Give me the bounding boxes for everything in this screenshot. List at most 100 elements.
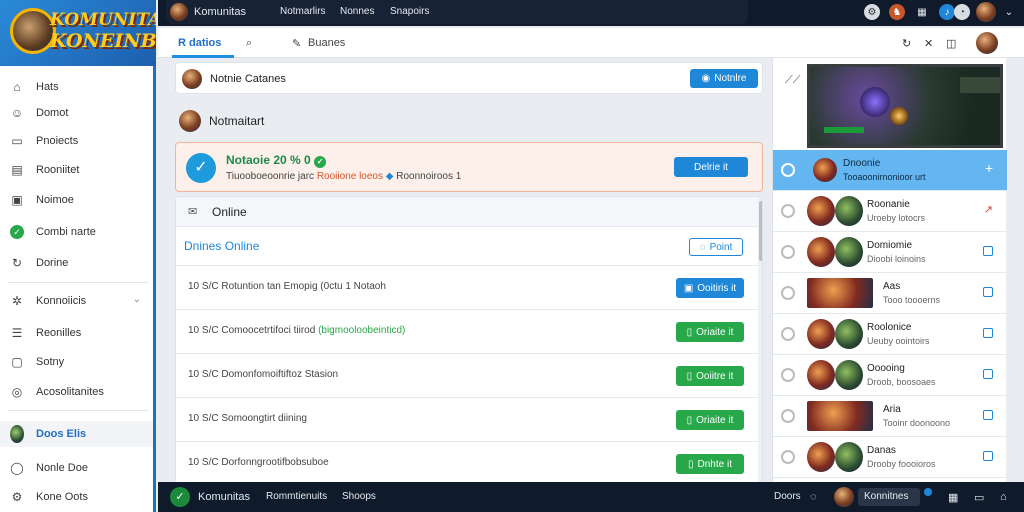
main-content: Notnie Catanes ◉ Notnlre Notmaitart ✓ Not… <box>175 62 765 486</box>
sidebar-item-13[interactable]: ◯ Nonle Doe <box>0 455 153 481</box>
sidebar-item-1[interactable]: ⌂ Hats <box>0 74 153 100</box>
people-icon: ☺ <box>10 106 24 120</box>
window-icon[interactable]: ▭ <box>974 491 984 504</box>
sidebar-item-14[interactable]: ⚙ Kone Oots <box>0 484 153 510</box>
checkbox-icon[interactable] <box>983 369 993 379</box>
profile-avatar[interactable] <box>976 2 996 22</box>
status-icon <box>781 245 795 259</box>
active-tab-indicator <box>172 55 234 58</box>
top-user-name[interactable]: Komunitas <box>194 6 246 18</box>
game-icon[interactable]: ♞ <box>889 4 905 20</box>
chevron-down-icon[interactable]: ⌄ <box>133 294 141 305</box>
bell-icon[interactable]: ◔ <box>954 4 970 20</box>
sidebar-item-10[interactable]: ▢ Sotny <box>0 349 153 375</box>
add-icon[interactable]: + <box>985 160 993 176</box>
chevron-down-icon[interactable]: ⌄ <box>1001 4 1017 20</box>
grid-icon[interactable]: ▦ <box>948 491 958 504</box>
bottom-brand[interactable]: Komunitas <box>198 491 250 503</box>
row-action-button[interactable]: ▣ Ooitiris it <box>676 278 744 298</box>
notice-button[interactable]: ◉ Notnlre <box>690 69 758 88</box>
user-avatar[interactable] <box>170 3 188 21</box>
sidebar-item-11[interactable]: ◎ Acosolitanites <box>0 379 153 405</box>
friend-item[interactable]: Danas Drooby foooioros <box>773 437 1007 478</box>
checkbox-icon[interactable] <box>983 451 993 461</box>
friend-banner <box>807 401 873 431</box>
bell-icon: ◉ <box>701 73 711 84</box>
online-header-label: Online <box>212 205 247 219</box>
link-icon[interactable]: ⟋⟋ <box>785 74 800 87</box>
top-tab-1[interactable]: Notmarlirs <box>280 6 326 17</box>
top-tab-2[interactable]: Nonnes <box>340 6 374 17</box>
brand-icon[interactable]: ✓ <box>170 487 190 507</box>
row-action-button[interactable]: ▯ Ooiitre it <box>676 366 744 386</box>
row-action-button[interactable]: ▯ Oriaite it <box>676 410 744 430</box>
table-row[interactable]: 10 S/C Dorfonngrootifbobsuboe ▯ Dnhte it <box>176 441 758 485</box>
home-icon[interactable]: ⌂ <box>1000 491 1007 503</box>
divider <box>8 410 148 411</box>
section-title: Notmaitart <box>209 114 265 128</box>
table-row[interactable]: 10 S/C Somoongtirt diining ▯ Oriaite it <box>176 397 758 441</box>
friend-item[interactable]: Roolonice Ueuby oointoirs <box>773 314 1007 355</box>
sidebar-item-7[interactable]: ↻ Dorine <box>0 250 153 276</box>
checkbox-icon[interactable] <box>983 287 993 297</box>
grid-icon[interactable]: ▦ <box>914 4 930 20</box>
sidebar-item-6[interactable]: ✓ Combi narte <box>0 219 153 245</box>
row-text: 10 S/C Comoocetrtifoci tiirod (bigmooloo… <box>188 325 406 336</box>
globe-icon: ◎ <box>11 385 23 399</box>
sidebar-item-9[interactable]: ☰ Reonilles <box>0 320 153 346</box>
pin-icon[interactable]: ↗ <box>984 203 993 216</box>
avatar <box>10 425 24 443</box>
checkbox-icon[interactable] <box>983 410 993 420</box>
row-action-button[interactable]: ▯ Oriaite it <box>676 322 744 342</box>
status-icon <box>781 327 795 341</box>
bottom-link-1[interactable]: Rommtienuits <box>266 491 327 502</box>
friend-item[interactable]: Aria Tooinr doonoono <box>773 396 1007 437</box>
sidebar-item-12[interactable]: Doos Elis <box>0 421 153 447</box>
friend-item[interactable]: Domiomie Dioobi loinoins <box>773 232 1007 273</box>
close-icon[interactable]: ✕ <box>924 37 933 50</box>
top-tab-3[interactable]: Snapoirs <box>390 6 429 17</box>
friend-status: Dioobi loinoins <box>867 254 926 264</box>
bottom-avatar[interactable] <box>834 487 854 507</box>
pen-icon[interactable]: ✎ <box>292 37 301 50</box>
checkbox-icon[interactable] <box>983 328 993 338</box>
refresh-icon[interactable]: ◌ <box>810 491 817 503</box>
bottom-bar: ✓ Komunitas Rommtienuits Shoops Doors ◌ … <box>158 482 1024 512</box>
status-icon <box>781 163 795 177</box>
table-row[interactable]: 10 S/C Domonfomoiftiftoz Stasion ▯ Ooiitr… <box>176 353 758 397</box>
bottom-status[interactable]: Doors <box>774 491 801 502</box>
brand-logo[interactable]: KOMUNITAS KONEINBS <box>0 0 156 66</box>
settings-icon[interactable]: ⚙ <box>864 4 880 20</box>
friend-item[interactable]: Dnoonie Tooaoonirnonioor urt + <box>773 150 1007 191</box>
sidebar-item-8[interactable]: ✲ Konnoiicis ⌄ <box>0 288 153 314</box>
friend-item[interactable]: Aas Tooo toooerns <box>773 273 1007 314</box>
owner-avatar[interactable] <box>976 32 998 54</box>
sidebar-item-5[interactable]: ▣ Noimoe <box>0 187 153 213</box>
friend-item[interactable]: Ooooing Droob, boosoaes <box>773 355 1007 396</box>
bottom-link-2[interactable]: Shoops <box>342 491 376 502</box>
row-action-button[interactable]: ▯ Dnhte it <box>676 454 744 474</box>
tab-buanes[interactable]: Buanes <box>308 37 345 49</box>
sidebar-item-2[interactable]: ☺ Domot <box>0 100 153 126</box>
friend-item[interactable]: Roonanie Uroeby lotocrs ↗ <box>773 191 1007 232</box>
sidebar-item-3[interactable]: ▭ Pnoiects <box>0 128 153 154</box>
notification-icon[interactable]: ♪ <box>939 4 955 20</box>
chat-icon[interactable]: ◫ <box>946 37 956 50</box>
bottom-user[interactable]: Konnitnes <box>864 491 908 502</box>
alert-title: Notaoie 20 % 0 ✓ <box>226 153 327 168</box>
sidebar-item-4[interactable]: ▤ Rooniitet <box>0 157 153 183</box>
top-tab-strip <box>166 0 748 24</box>
notice-text: Notnie Catanes <box>210 73 286 85</box>
chat-icon: ◌ <box>699 241 706 253</box>
point-button[interactable]: ◌ Point <box>689 238 743 256</box>
refresh-icon[interactable]: ↻ <box>902 37 911 50</box>
table-row[interactable]: 10 S/C Comoocetrtifoci tiirod (bigmooloo… <box>176 309 758 353</box>
game-stream-preview[interactable] <box>807 64 1003 148</box>
alert-action-button[interactable]: Delrie it <box>674 157 748 177</box>
search-icon[interactable]: ⌕ <box>246 37 252 50</box>
table-row[interactable]: 10 S/C Rotuntion tan Emopig (0ctu 1 Nota… <box>176 265 758 309</box>
scrollbar[interactable] <box>758 197 762 485</box>
tab-details[interactable]: R datios <box>178 37 221 49</box>
friend-avatar <box>835 319 863 349</box>
checkbox-icon[interactable] <box>983 246 993 256</box>
